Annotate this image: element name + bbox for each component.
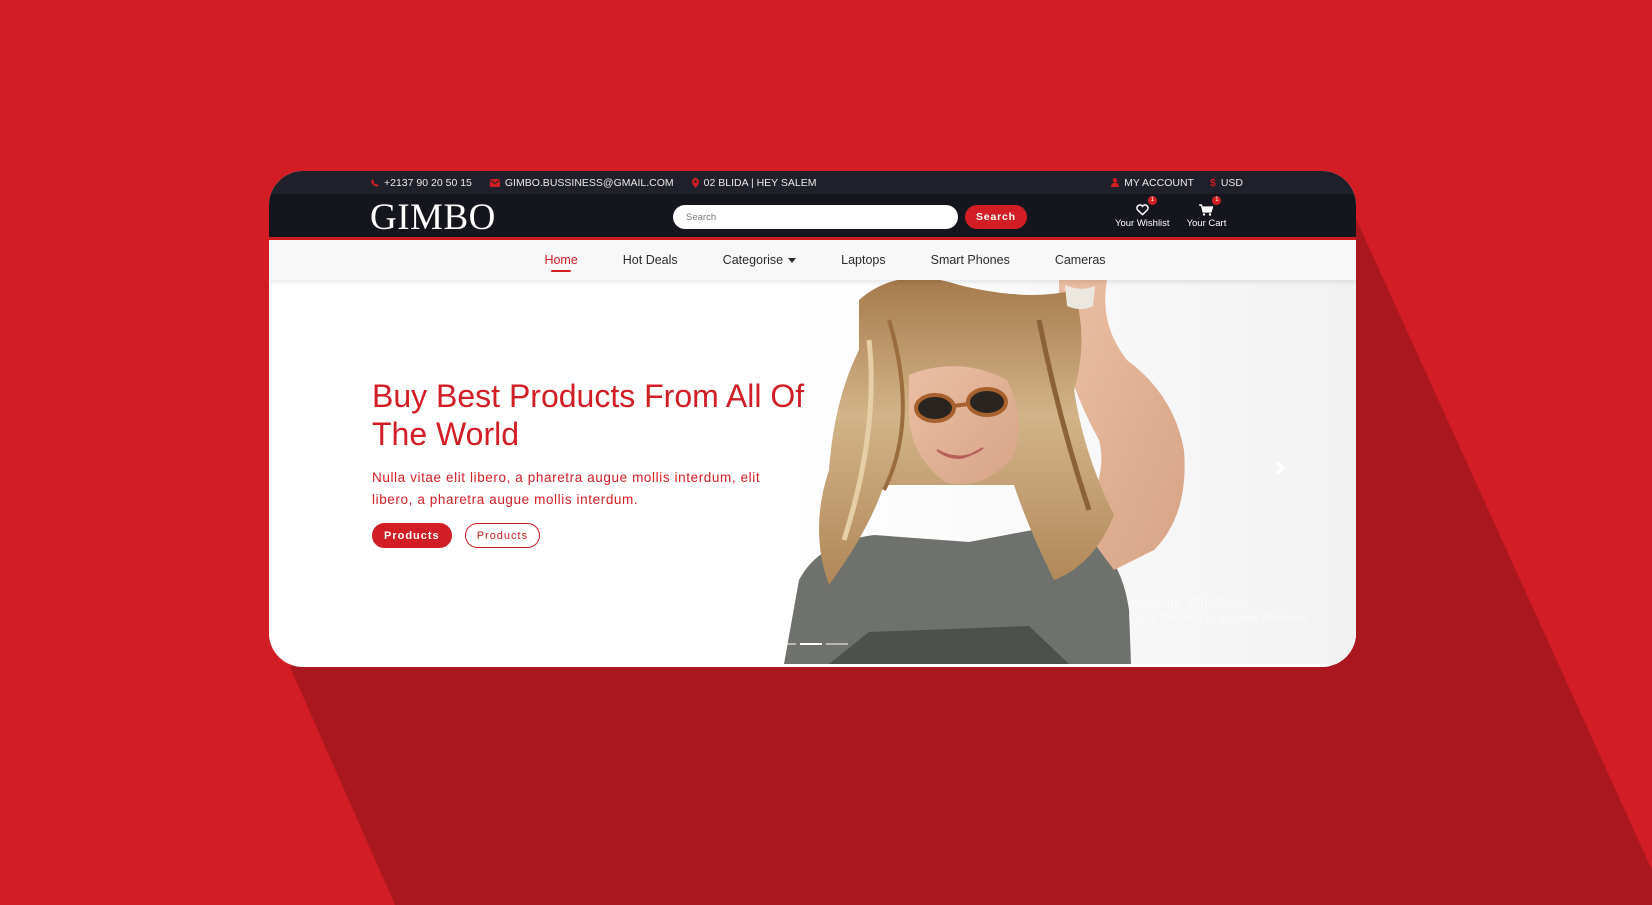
nav-item-cameras[interactable]: Cameras [1055,240,1106,280]
site-logo[interactable]: GIMBO [370,198,496,238]
main-navigation: Home Hot Deals Categorise Laptops Smart … [269,240,1356,280]
carousel-indicators [774,643,848,645]
nav-item-home[interactable]: Home [544,240,578,280]
my-account-link[interactable]: MY ACCOUNT [1111,177,1194,189]
dollar-icon: $ [1209,176,1216,189]
watermark-subtitle: Go to Settings to activate Windows. [1129,613,1311,625]
nav-cameras-label: Cameras [1054,253,1106,267]
nav-item-laptops[interactable]: Laptops [841,240,885,280]
products-outline-button[interactable]: Products [464,523,541,548]
carousel-indicator[interactable] [774,643,796,645]
watermark-title: Activate Windows [1129,594,1248,611]
my-account-label: MY ACCOUNT [1124,176,1194,189]
nav-hot-deals-label: Hot Deals [622,253,678,267]
hero-buttons: Products Products [372,523,541,548]
nav-item-hot-deals[interactable]: Hot Deals [623,240,678,280]
carousel-indicator-active[interactable] [800,643,822,645]
wishlist-count-badge: 1 [1147,196,1157,205]
wishlist-label: Your Wishlist [1115,218,1170,229]
hero-description: Nulla vitae elit libero, a pharetra augu… [372,470,761,507]
chevron-right-icon [1275,460,1286,476]
hero-title: Buy Best Products From All Of The World [372,378,805,452]
main-header: GIMBO Search 1 Your Wishlist 1 Your Cart [269,194,1356,240]
browser-frame: +2137 90 20 50 15 GIMBO.BUSSINESS@GMAIL.… [269,171,1356,667]
address-text: 02 BLIDA | HEY SALEM [703,176,817,189]
cart-count-badge: 1 [1212,196,1222,205]
phone-text: +2137 90 20 50 15 [384,176,472,189]
search-button[interactable]: Search [965,205,1027,229]
activate-windows-watermark: Activate Windows Go to Settings to activ… [1129,594,1311,625]
search-input[interactable] [673,205,958,229]
carousel-next-control[interactable] [1274,460,1286,481]
email-text: GIMBO.BUSSINESS@GMAIL.COM [504,176,674,189]
wishlist-link[interactable]: 1 Your Wishlist [1115,196,1170,229]
caret-down-icon [788,257,797,263]
user-icon [1111,178,1120,187]
currency-label: USD [1220,176,1243,189]
nav-categorise-label: Categorise [722,253,784,267]
contact-email[interactable]: GIMBO.BUSSINESS@GMAIL.COM [489,176,674,189]
currency-selector[interactable]: $ USD [1210,177,1243,189]
heart-icon [1136,204,1149,216]
nav-home-label: Home [544,253,578,267]
products-primary-button[interactable]: Products [372,523,452,548]
contact-phone[interactable]: +2137 90 20 50 15 [371,177,472,189]
top-info-bar: +2137 90 20 50 15 GIMBO.BUSSINESS@GMAIL.… [269,171,1356,194]
envelope-icon [489,178,500,187]
nav-laptops-label: Laptops [841,253,886,267]
search-form: Search [673,205,1027,229]
contact-address[interactable]: 02 BLIDA | HEY SALEM [691,176,817,189]
carousel-indicator[interactable] [826,643,848,645]
nav-item-smart-phones[interactable]: Smart Phones [931,240,1010,280]
nav-smart-phones-label: Smart Phones [930,253,1010,267]
cart-label: Your Cart [1186,218,1227,229]
nav-item-categorise[interactable]: Categorise [722,240,797,280]
phone-icon [371,178,379,187]
hero-carousel: Buy Best Products From All Of The World … [269,280,1356,664]
shopping-cart-icon [1199,204,1214,216]
map-marker-icon [691,177,699,188]
cart-link[interactable]: 1 Your Cart [1186,196,1227,229]
